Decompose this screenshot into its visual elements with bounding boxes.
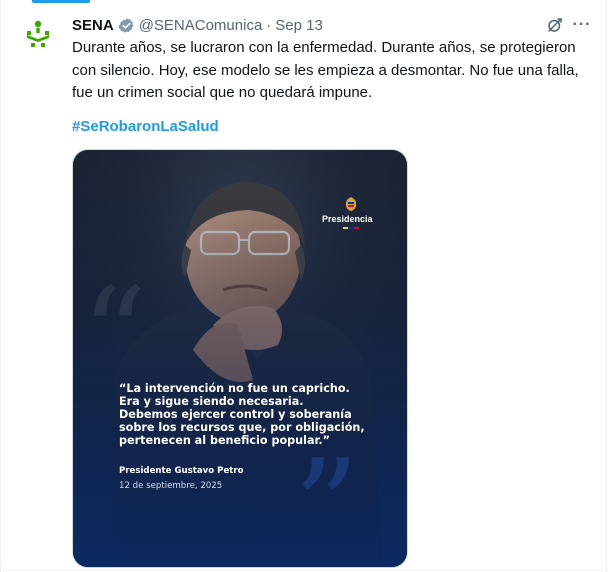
author-name[interactable]: SENA	[72, 17, 114, 34]
author-handle[interactable]: @SENAComunica	[139, 17, 263, 34]
image-quote-text: “La intervención no fue un capricho. Era…	[119, 382, 365, 447]
grok-button[interactable]	[544, 14, 566, 36]
image-quote-date: 12 de septiembre, 2025	[119, 481, 223, 491]
timeline-right-border	[606, 0, 607, 572]
coat-of-arms-icon	[346, 197, 356, 211]
tweet-media-image[interactable]: “ ” Presidencia “La intervención no fue …	[72, 149, 408, 568]
hashtag-link[interactable]: #SeRobaronLaSalud	[72, 117, 219, 137]
more-button[interactable]: ···	[569, 14, 595, 36]
open-quote-mark: “	[81, 259, 148, 411]
close-quote-mark: ”	[293, 431, 360, 568]
tweet-date[interactable]: Sep 13	[275, 17, 323, 34]
timeline-left-border	[0, 0, 1, 572]
colombia-flag-stripe	[343, 227, 359, 229]
sena-logo-icon	[27, 20, 49, 47]
grok-icon	[548, 18, 562, 32]
tweet-header: SENA @SENAComunica · Sep 13	[72, 15, 323, 35]
image-quote-author: Presidente Gustavo Petro	[119, 466, 244, 476]
presidencia-label: Presidencia	[322, 214, 373, 224]
more-icon: ···	[572, 16, 592, 33]
active-tab-indicator	[32, 0, 90, 3]
header-separator: ·	[266, 16, 272, 34]
timeline-divider	[0, 570, 608, 571]
avatar[interactable]	[18, 14, 58, 54]
verified-badge-icon	[118, 17, 135, 34]
tweet-text: Durante años, se lucraron con la enferme…	[72, 39, 583, 101]
